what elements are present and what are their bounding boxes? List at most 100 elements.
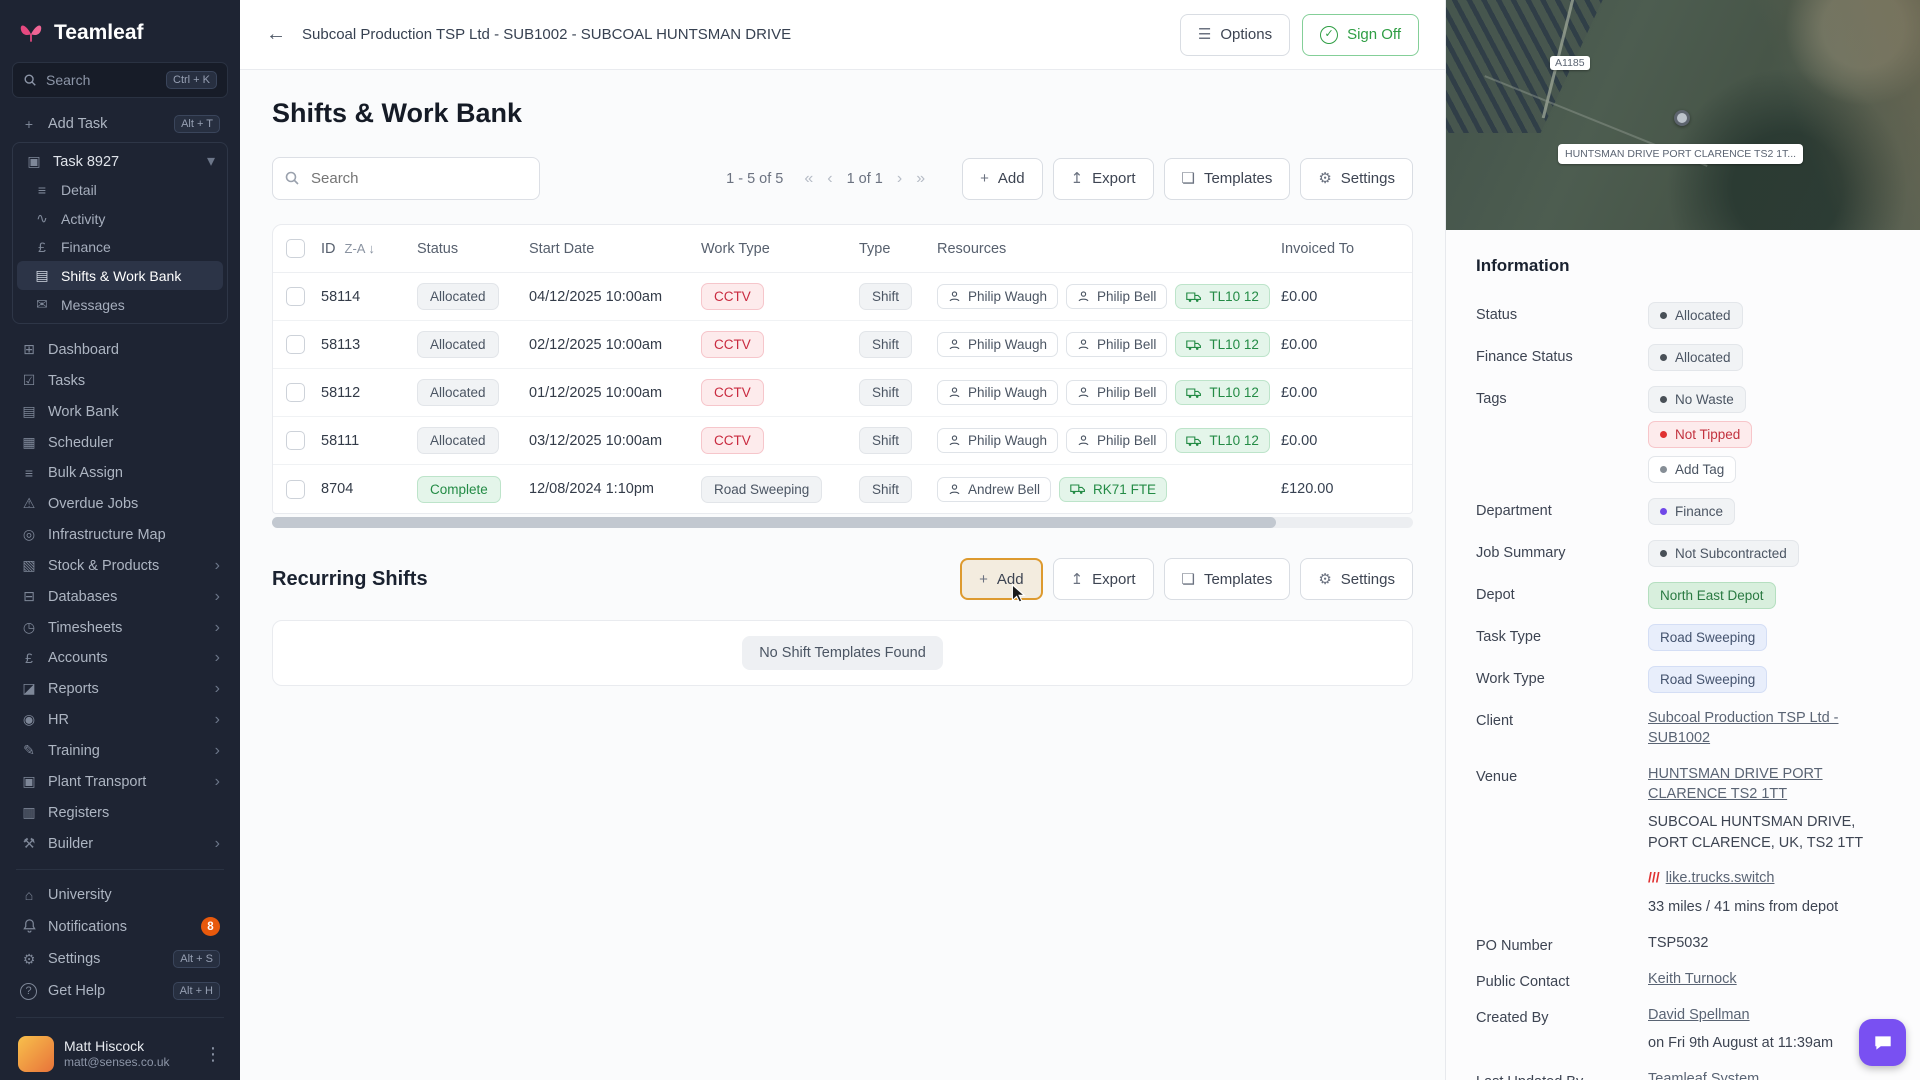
col-id[interactable]: IDZ-A ↓ xyxy=(321,241,417,257)
person-icon xyxy=(948,290,961,303)
resource-chip[interactable]: Philip Waugh xyxy=(937,284,1058,309)
table-row[interactable]: 58112 Allocated 01/12/2025 10:00am CCTV … xyxy=(273,369,1412,417)
client-link[interactable]: Subcoal Production TSP Ltd - SUB1002 xyxy=(1648,708,1890,749)
resource-chip[interactable]: Philip Waugh xyxy=(937,380,1058,405)
row-checkbox[interactable] xyxy=(286,335,305,354)
last-page-button[interactable]: » xyxy=(909,166,932,192)
sidebar-item-finance[interactable]: £ Finance xyxy=(17,233,223,261)
sidebar-item-tasks[interactable]: ☑Tasks xyxy=(12,365,228,396)
col-type[interactable]: Type xyxy=(859,241,937,257)
sidebar-item-databases[interactable]: ⊟Databases› xyxy=(12,581,228,612)
sidebar-item-builder[interactable]: ⚒Builder› xyxy=(12,828,228,859)
brand[interactable]: Teamleaf xyxy=(12,12,228,62)
venue-map[interactable]: A1185 HUNTSMAN DRIVE PORT CLARENCE TS2 1… xyxy=(1446,0,1920,230)
resource-chip[interactable]: Philip Bell xyxy=(1066,428,1167,453)
created-by-link[interactable]: David Spellman xyxy=(1648,1005,1750,1025)
row-checkbox[interactable] xyxy=(286,480,305,499)
table-row[interactable]: 58114 Allocated 04/12/2025 10:00am CCTV … xyxy=(273,273,1412,321)
table-row[interactable]: 8704 Complete 12/08/2024 1:10pm Road Swe… xyxy=(273,465,1412,513)
sidebar-item-overdue-jobs[interactable]: ⚠Overdue Jobs xyxy=(12,488,228,519)
row-checkbox[interactable] xyxy=(286,383,305,402)
add-recurring-shift-button[interactable]: +Add xyxy=(960,558,1042,600)
sidebar-item-settings[interactable]: ⚙ Settings Alt + S xyxy=(12,943,228,975)
cell-invoiced: £120.00 xyxy=(1281,481,1412,497)
settings-button[interactable]: ⚙Settings xyxy=(1300,158,1413,200)
select-all-checkbox[interactable] xyxy=(286,239,305,258)
sidebar-item-messages[interactable]: ✉ Messages xyxy=(17,290,223,319)
info-label: Created By xyxy=(1476,1005,1648,1026)
sidebar-item-stock-products[interactable]: ▧Stock & Products› xyxy=(12,550,228,581)
resource-chip[interactable]: Philip Bell xyxy=(1066,380,1167,405)
sidebar-item-reports[interactable]: ◪Reports› xyxy=(12,673,228,704)
sidebar-item-detail[interactable]: ≡ Detail xyxy=(17,176,223,204)
app-root: Teamleaf Search Ctrl + K + Add Task Alt … xyxy=(0,0,1920,1080)
sidebar-item-hr[interactable]: ◉HR› xyxy=(12,704,228,735)
row-checkbox[interactable] xyxy=(286,287,305,306)
public-contact-link[interactable]: Keith Turnock xyxy=(1648,969,1737,989)
table-row[interactable]: 58111 Allocated 03/12/2025 10:00am CCTV … xyxy=(273,417,1412,465)
sidebar-item-training[interactable]: ✎Training› xyxy=(12,735,228,766)
settings-recurring-button[interactable]: ⚙Settings xyxy=(1300,558,1413,600)
col-invoiced[interactable]: Invoiced To xyxy=(1281,241,1412,257)
row-checkbox[interactable] xyxy=(286,431,305,450)
page-title: Shifts & Work Bank xyxy=(272,98,1413,129)
task-group-header[interactable]: ▣ Task 8927 ▾ xyxy=(17,147,223,176)
templates-button[interactable]: ❏Templates xyxy=(1164,158,1291,200)
sidebar-item-dashboard[interactable]: ⊞Dashboard xyxy=(12,334,228,365)
col-start-date[interactable]: Start Date xyxy=(529,241,701,257)
sidebar-item-work-bank[interactable]: ▤Work Bank xyxy=(12,396,228,427)
sign-off-button[interactable]: ✓ Sign Off xyxy=(1302,14,1419,56)
finance-status-badge: Allocated xyxy=(1648,344,1743,371)
sidebar-item-timesheets[interactable]: ◷Timesheets› xyxy=(12,612,228,643)
sidebar-item-infrastructure-map[interactable]: ◎Infrastructure Map xyxy=(12,519,228,550)
resource-chip[interactable]: Philip Bell xyxy=(1066,332,1167,357)
resource-chip[interactable]: Philip Waugh xyxy=(937,428,1058,453)
export-button[interactable]: ↥Export xyxy=(1053,158,1154,200)
col-resources[interactable]: Resources xyxy=(937,241,1281,257)
user-menu[interactable]: Matt Hiscock matt@senses.co.uk ⋮ xyxy=(12,1028,228,1074)
vehicle-chip[interactable]: TL10 12 xyxy=(1175,428,1270,453)
prev-page-button[interactable]: ‹ xyxy=(820,166,839,192)
sidebar-item-university[interactable]: ⌂ University xyxy=(12,880,228,910)
reports-icon: ◪ xyxy=(20,680,38,697)
back-button[interactable]: ← xyxy=(266,23,286,46)
vehicle-chip[interactable]: TL10 12 xyxy=(1175,380,1270,405)
table-row[interactable]: 58113 Allocated 02/12/2025 10:00am CCTV … xyxy=(273,321,1412,369)
resource-chip[interactable]: Philip Bell xyxy=(1066,284,1167,309)
sidebar-item-plant-transport[interactable]: ▣Plant Transport› xyxy=(12,766,228,797)
sidebar-item-scheduler[interactable]: ▦Scheduler xyxy=(12,427,228,458)
horizontal-scrollbar[interactable] xyxy=(272,517,1413,528)
first-page-button[interactable]: « xyxy=(797,166,820,192)
options-button[interactable]: ☰ Options xyxy=(1180,14,1290,56)
vehicle-chip[interactable]: TL10 12 xyxy=(1175,332,1270,357)
search-input[interactable] xyxy=(272,157,540,200)
sidebar-search[interactable]: Search Ctrl + K xyxy=(12,62,228,98)
sidebar-item-accounts[interactable]: £Accounts› xyxy=(12,643,228,673)
sidebar-item-get-help[interactable]: ? Get Help Alt + H xyxy=(12,975,228,1007)
kebab-menu-icon[interactable]: ⋮ xyxy=(204,1044,222,1065)
col-work-type[interactable]: Work Type xyxy=(701,241,859,257)
vehicle-chip[interactable]: RK71 FTE xyxy=(1059,477,1167,502)
scrollbar-thumb[interactable] xyxy=(272,517,1276,528)
last-updated-by-link[interactable]: Teamleaf System xyxy=(1648,1069,1759,1080)
venue-link[interactable]: HUNTSMAN DRIVE PORT CLARENCE TS2 1TT xyxy=(1648,764,1890,805)
next-page-button[interactable]: › xyxy=(890,166,909,192)
vehicle-chip[interactable]: TL10 12 xyxy=(1175,284,1270,309)
sidebar-item-bulk-assign[interactable]: ≡Bulk Assign xyxy=(12,458,228,488)
resource-chip[interactable]: Philip Waugh xyxy=(937,332,1058,357)
sidebar-item-shifts-work-bank[interactable]: ▤ Shifts & Work Bank xyxy=(17,261,223,290)
col-status[interactable]: Status xyxy=(417,241,529,257)
sidebar-item-notifications[interactable]: Notifications 8 xyxy=(12,910,228,943)
resource-chip[interactable]: Andrew Bell xyxy=(937,477,1051,502)
chat-button[interactable] xyxy=(1859,1019,1906,1066)
sidebar-item-registers[interactable]: ▥Registers xyxy=(12,797,228,828)
add-task-button[interactable]: + Add Task Alt + T xyxy=(12,108,228,140)
add-tag-button[interactable]: Add Tag xyxy=(1648,456,1736,483)
add-shift-button[interactable]: +Add xyxy=(962,158,1042,200)
what3words-link[interactable]: like.trucks.switch xyxy=(1666,870,1775,886)
map-marker-label[interactable]: HUNTSMAN DRIVE PORT CLARENCE TS2 1T... xyxy=(1558,144,1803,164)
templates-recurring-button[interactable]: ❏Templates xyxy=(1164,558,1291,600)
export-recurring-button[interactable]: ↥Export xyxy=(1053,558,1154,600)
map-marker[interactable] xyxy=(1674,110,1690,126)
sidebar-item-activity[interactable]: ∿ Activity xyxy=(17,204,223,233)
